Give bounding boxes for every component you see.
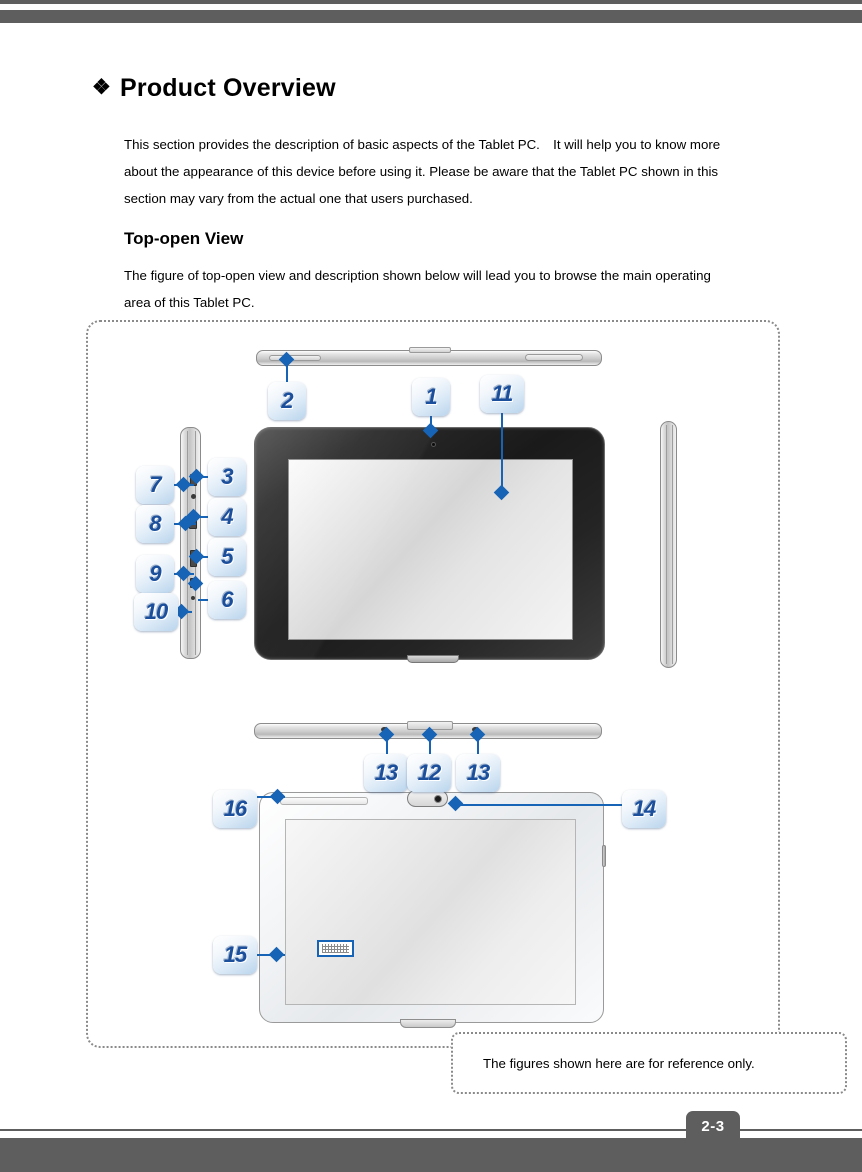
page-title-text: Product Overview: [120, 74, 336, 102]
front-bottom-button: [407, 655, 459, 663]
page-number-tab: 2-3: [686, 1111, 740, 1141]
speaker-highlight-box: [317, 940, 354, 957]
device-top-edge-view: [256, 347, 602, 366]
intro-paragraph: This section provides the description of…: [124, 137, 721, 206]
back-side-button: [602, 845, 606, 867]
back-bottom-notch: [400, 1019, 456, 1028]
top-edge-center-port: [409, 347, 451, 353]
rear-camera-housing: [407, 790, 448, 807]
device-right-side-profile: [660, 421, 677, 668]
port-reset: [191, 596, 195, 600]
device-screen: [288, 459, 573, 640]
profile-seam-right-a: [666, 425, 667, 664]
callout-2-badge[interactable]: 2: [268, 382, 306, 420]
back-panel: [285, 819, 576, 1005]
callout-14-leader: [459, 804, 624, 806]
callout-8-badge[interactable]: 8: [136, 505, 174, 543]
device-front-view: [254, 427, 605, 663]
device-back-view: [259, 790, 606, 1028]
callout-11-leader: [501, 408, 503, 493]
reference-note-box: The figures shown here are for reference…: [451, 1032, 847, 1094]
header-bar: [0, 10, 862, 23]
callout-15-badge[interactable]: 15: [213, 936, 257, 974]
top-edge-left-slot: [269, 355, 321, 361]
diamond-bullet-icon: ❖: [92, 76, 112, 99]
speaker-grille-icon: [322, 944, 349, 953]
callout-13a-badge[interactable]: 13: [364, 754, 408, 792]
profile-seam-right: [195, 431, 196, 655]
callout-3-badge[interactable]: 3: [208, 458, 246, 496]
subsection-title: Top-open View: [124, 229, 244, 248]
callout-6-badge[interactable]: 6: [208, 581, 246, 619]
profile-seam-left: [187, 431, 188, 655]
header-rule-thin: [0, 0, 862, 4]
subsection-paragraph: The figure of top-open view and descript…: [124, 268, 711, 310]
callout-4-badge[interactable]: 4: [208, 498, 246, 536]
callout-7-badge[interactable]: 7: [136, 466, 174, 504]
callout-9-badge[interactable]: 9: [136, 555, 174, 593]
profile-seam-right-b: [672, 425, 673, 664]
callout-16-badge[interactable]: 16: [213, 790, 257, 828]
callout-11-badge[interactable]: 11: [480, 375, 524, 413]
callout-5-badge[interactable]: 5: [208, 538, 246, 576]
callout-1-badge[interactable]: 1: [412, 378, 450, 416]
port-audio-jack: [191, 494, 196, 499]
device-left-side-profile: [180, 427, 201, 659]
top-edge-right-slot: [525, 354, 583, 361]
reference-note-text: The figures shown here are for reference…: [483, 1055, 755, 1071]
callout-12-badge[interactable]: 12: [407, 754, 451, 792]
rear-camera-lens-icon: [434, 795, 442, 803]
callout-10-badge[interactable]: 10: [134, 593, 178, 631]
front-camera-icon: [431, 442, 436, 447]
back-antenna-slot: [280, 797, 368, 805]
callout-14-badge[interactable]: 14: [622, 790, 666, 828]
callout-13b-badge[interactable]: 13: [456, 754, 500, 792]
page-title: ❖ Product Overview: [92, 74, 336, 103]
footer-bar: [0, 1138, 862, 1172]
